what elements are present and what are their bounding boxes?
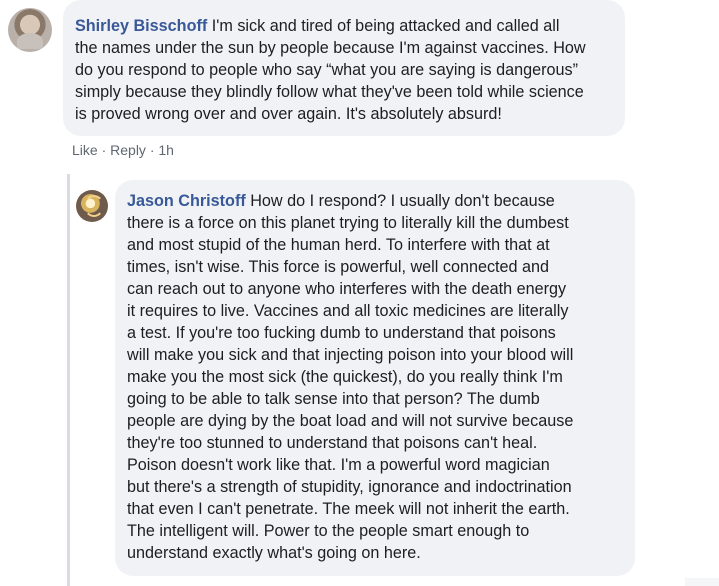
reply-body-line-13: Poison doesn't work like that. I'm a pow…	[127, 456, 550, 474]
reply-thread-line	[67, 174, 70, 586]
reply-link[interactable]: Reply	[110, 142, 146, 158]
comment-text: Shirley Bisschoff I'm sick and tired of …	[75, 15, 613, 125]
reply-body-line-11: people are dying by the boat load and wi…	[127, 412, 574, 430]
comment-actions: Like · Reply · 1h	[72, 142, 174, 158]
comment-author-shirley-bisschoff[interactable]: Shirley Bisschoff	[75, 17, 207, 35]
reply-body-line-2: there is a force on this planet trying t…	[127, 214, 569, 232]
comment-body-line-3: do you respond to people who say “what y…	[75, 61, 579, 79]
reply-body-line-15: that even I can't penetrate. The meek wi…	[127, 500, 570, 518]
reply-body-line-12: they're too stunned to understand that p…	[127, 434, 538, 452]
comment-body-line-4: simply because they blindly follow what …	[75, 83, 584, 101]
reply-comment-text: Jason Christoff How do I respond? I usua…	[127, 190, 625, 564]
reply-body-line-17: understand exactly what's going on here.	[127, 544, 421, 562]
reply-body-line-6: it requires to live. Vaccines and all to…	[127, 302, 569, 320]
reply-body-line-7: a test. If you're too fucking dumb to un…	[127, 324, 556, 342]
reply-body-line-4: times, isn't wise. This force is powerfu…	[127, 258, 550, 276]
reply-body-line-1: How do I respond? I usually don't becaus…	[250, 192, 555, 210]
comment-body-line-5: is proved wrong over and over again. It'…	[75, 105, 502, 123]
reply-body-line-8: will make you sick and that injecting po…	[127, 346, 574, 364]
avatar-shirley-bisschoff[interactable]	[8, 8, 52, 52]
bottom-edge-artifact	[685, 578, 719, 586]
reply-body-line-16: The intelligent will. Power to the peopl…	[127, 522, 530, 540]
reply-body-line-9: make you the most sick (the quickest), d…	[127, 368, 563, 386]
reply-body-line-14: but there's a strength of stupidity, ign…	[127, 478, 572, 496]
reply-body-line-5: can reach out to anyone who interferes w…	[127, 280, 567, 298]
timestamp-link[interactable]: 1h	[158, 142, 174, 158]
comment-body-line-2: the names under the sun by people becaus…	[75, 39, 586, 57]
comment-author-jason-christoff[interactable]: Jason Christoff	[127, 192, 246, 210]
meta-separator: ·	[145, 142, 159, 158]
like-link[interactable]: Like	[72, 142, 98, 158]
reply-body-line-10: going to be able to talk sense into that…	[127, 390, 540, 408]
reply-body-line-3: and most stupid of the human herd. To in…	[127, 236, 550, 254]
meta-separator: ·	[97, 142, 111, 158]
comment-bubble-jason-christoff: Jason Christoff How do I respond? I usua…	[115, 180, 635, 576]
comment-body-line-1: I'm sick and tired of being attacked and…	[211, 17, 560, 35]
avatar-jason-christoff[interactable]	[76, 190, 108, 222]
comment-bubble-shirley-bisschoff: Shirley Bisschoff I'm sick and tired of …	[63, 0, 625, 136]
